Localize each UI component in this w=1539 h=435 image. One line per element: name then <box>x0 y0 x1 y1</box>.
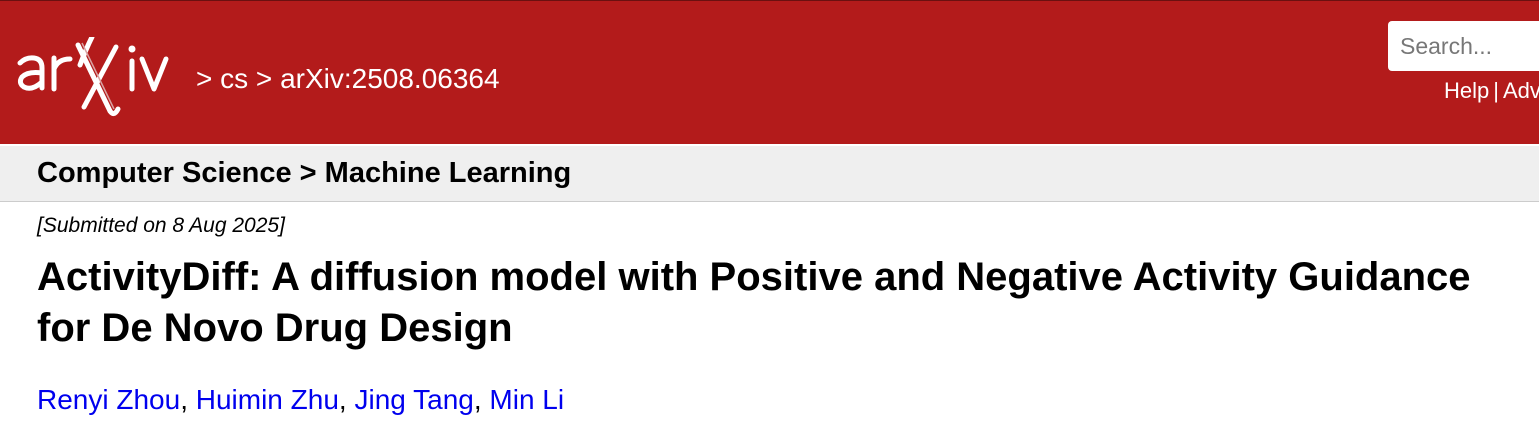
arxiv-logo[interactable] <box>14 37 190 117</box>
author-link[interactable]: Huimin Zhu <box>196 384 339 415</box>
advanced-search-link[interactable]: Adv <box>1503 78 1539 103</box>
author-list: Renyi Zhou, Huimin Zhu, Jing Tang, Min L… <box>37 383 564 417</box>
breadcrumb-separator: > <box>196 63 213 94</box>
author-link[interactable]: Renyi Zhou <box>37 384 180 415</box>
header-links: Help | Adv <box>1444 77 1539 105</box>
submission-date: [Submitted on 8 Aug 2025] <box>37 214 285 237</box>
breadcrumb: > cs > arXiv:2508.06364 <box>196 62 500 96</box>
breadcrumb-paper-id: arXiv:2508.06364 <box>280 63 500 94</box>
help-link[interactable]: Help <box>1444 78 1489 103</box>
author-separator: , <box>338 384 355 415</box>
author-link[interactable]: Min Li <box>489 384 564 415</box>
breadcrumb-category-link[interactable]: cs <box>220 63 248 94</box>
paper-title: ActivityDiff: A diffusion model with Pos… <box>37 255 1471 350</box>
search-input[interactable] <box>1388 21 1539 71</box>
page: > cs > arXiv:2508.06364 Help|Adv Compute… <box>0 0 1539 435</box>
author-separator: , <box>180 384 196 415</box>
subject-bar: Computer Science > Machine Learning <box>0 146 1539 202</box>
subject-heading: Computer Science > Machine Learning <box>37 157 572 189</box>
breadcrumb-separator: > <box>255 63 273 94</box>
site-header: > cs > arXiv:2508.06364 Help|Adv <box>0 0 1539 144</box>
author-separator: , <box>473 384 490 415</box>
author-link[interactable]: Jing Tang <box>354 384 473 415</box>
link-separator: | <box>1493 78 1499 103</box>
